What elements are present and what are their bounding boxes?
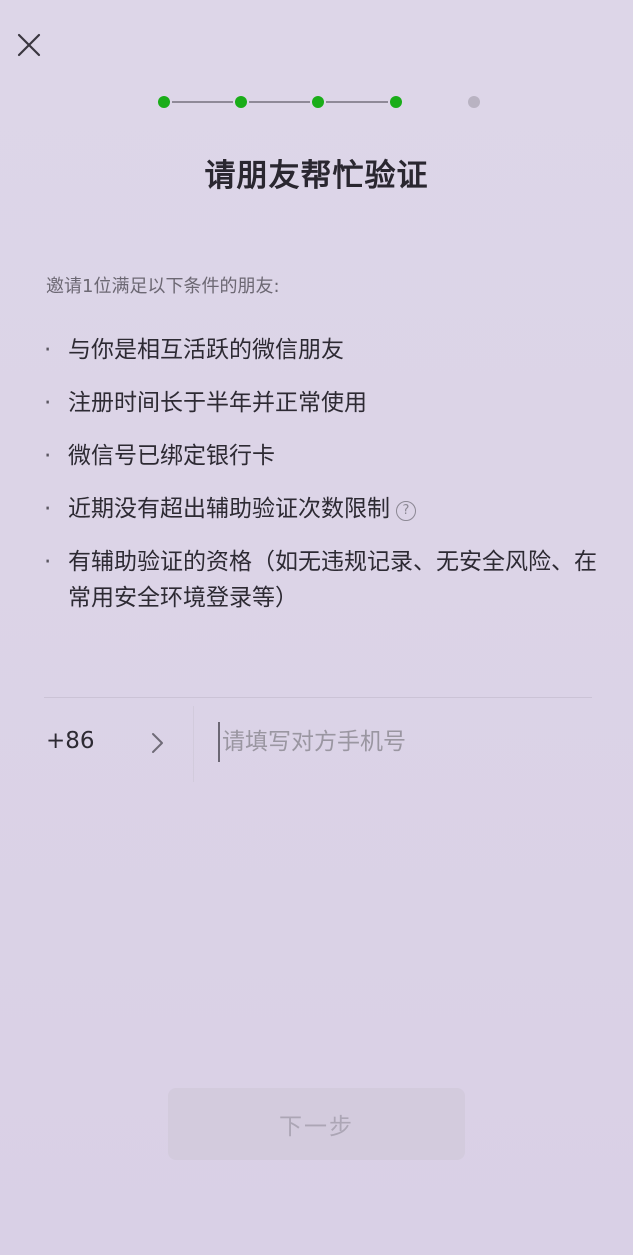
vertical-separator (193, 706, 194, 782)
progress-connector (404, 101, 466, 103)
chevron-right-icon[interactable] (148, 730, 168, 756)
phone-input-row: +86 (0, 698, 633, 790)
phone-number-input[interactable] (218, 722, 592, 762)
bullet: · (44, 337, 52, 363)
condition-item: · 微信号已绑定银行卡 (42, 438, 602, 474)
condition-text: 与你是相互活跃的微信朋友 (68, 337, 344, 363)
page-title: 请朋友帮忙验证 (204, 158, 429, 194)
progress-step-completed (235, 96, 247, 108)
country-code-selector[interactable]: +86 (46, 728, 95, 754)
conditions-intro: 邀请1位满足以下条件的朋友: (46, 276, 280, 297)
progress-step-pending (468, 96, 480, 108)
conditions-list: · 与你是相互活跃的微信朋友 · 注册时间长于半年并正常使用 · 微信号已绑定银… (42, 332, 602, 633)
condition-text: 近期没有超出辅助验证次数限制 (68, 496, 390, 522)
condition-item: · 有辅助验证的资格（如无违规记录、无安全风险、在常用安全环境登录等） (42, 544, 602, 616)
progress-step-completed (390, 96, 402, 108)
help-question-icon[interactable]: ? (396, 501, 416, 521)
condition-item: · 与你是相互活跃的微信朋友 (42, 332, 602, 368)
step-progress (150, 92, 480, 112)
condition-text: 有辅助验证的资格（如无违规记录、无安全风险、在常用安全环境登录等） (68, 549, 597, 611)
bullet: · (44, 549, 52, 575)
condition-item: · 近期没有超出辅助验证次数限制? (42, 491, 602, 527)
bullet: · (44, 443, 52, 469)
progress-connector (326, 101, 388, 103)
progress-connector (172, 101, 233, 103)
bullet: · (44, 496, 52, 522)
close-button[interactable] (12, 28, 46, 62)
close-icon (17, 33, 41, 57)
next-step-button[interactable]: 下一步 (168, 1088, 465, 1160)
progress-step-completed (312, 96, 324, 108)
bullet: · (44, 390, 52, 416)
progress-step-completed (158, 96, 170, 108)
progress-connector (249, 101, 310, 103)
condition-text: 注册时间长于半年并正常使用 (68, 390, 367, 416)
condition-text: 微信号已绑定银行卡 (68, 443, 275, 469)
condition-item: · 注册时间长于半年并正常使用 (42, 385, 602, 421)
